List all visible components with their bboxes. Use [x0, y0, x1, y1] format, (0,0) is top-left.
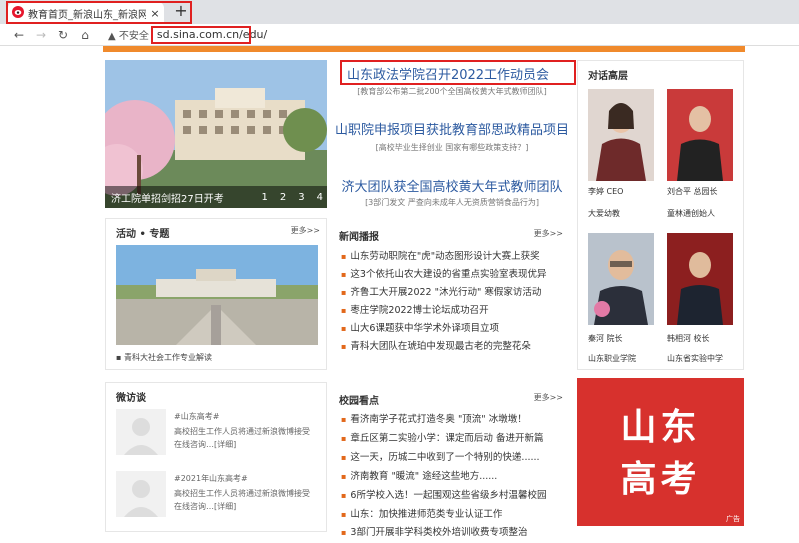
dialogue-title: 对话高层 [588, 71, 628, 82]
forward-arrow-icon[interactable]: → [30, 28, 52, 42]
campus-title: 校园看点 [339, 396, 379, 407]
person-org: 大爱幼教 [588, 209, 620, 218]
campus-item-text: 6所学校入选！一起围观这些省级乡村温馨校园 [350, 490, 547, 501]
news-item-text: 山东劳动职院在"虎"动态图形设计大赛上获奖 [350, 251, 540, 262]
campus-item-text: 章丘区第二实验小学：课定而后动 备进开新篇 [350, 433, 544, 444]
avatar[interactable] [116, 471, 166, 517]
interview-tag[interactable]: #2021年山东高考# [174, 473, 248, 484]
list-item[interactable]: ▪ 6所学校入选！一起围观这些省级乡村温馨校园 [341, 487, 546, 501]
list-item[interactable]: ▪ 3部门开展非学科类校外培训收费专项整治 [341, 524, 527, 538]
home-icon[interactable]: ⌂ [74, 28, 96, 42]
back-arrow-icon[interactable]: ← [8, 28, 30, 42]
slider-page-3[interactable]: 3 [298, 192, 304, 203]
headline-3[interactable]: 济大团队获全国高校黄大年式教师团队 [334, 176, 570, 195]
list-item[interactable]: ▪ 齐鲁工大开展2022 "沐光行动" 寒假家访活动 [341, 284, 541, 298]
campus-item-text: 3部门开展非学科类校外培训收费专项整治 [350, 527, 528, 538]
dialogue-section: 对话高层 李婷 CEO 刘合平 总园长 大爱幼教 童林通创始人 秦河 院长 韩相… [577, 60, 744, 370]
person-name[interactable]: 秦河 院长 [588, 333, 623, 344]
slider-caption-text: 济工院单招剑招27日开考 [111, 193, 224, 205]
list-item[interactable]: ▪ 看济南学子花式打造冬奥 "顶流" 冰墩墩！ [341, 411, 527, 425]
interview-text[interactable]: 高校招生工作人员将通过新浪微博接受在线咨询…[详细] [174, 425, 314, 451]
campus-item-text: 看济南学子花式打造冬奥 "顶流" 冰墩墩！ [350, 414, 527, 425]
slider-page-4[interactable]: 4 [317, 192, 323, 203]
gaokao-ad-banner[interactable]: 山东 高考 广告 [577, 378, 744, 526]
campus-section: 校园看点 更多>> ▪ 看济南学子花式打造冬奥 "顶流" 冰墩墩！ ▪ 章丘区第二实… [333, 382, 569, 540]
warning-icon: ▲ [108, 31, 116, 42]
person-photo[interactable] [667, 89, 733, 181]
url-field[interactable]: sd.sina.com.cn/edu/ [157, 28, 267, 41]
tab-title: 教育首页_新浪山东_新浪网_山东 [28, 9, 146, 21]
news-title: 新闻播报 [339, 232, 379, 243]
activity-title: 活动 • 专题 [116, 229, 170, 240]
activity-photo[interactable] [116, 245, 318, 345]
ad-line-2: 高考 [620, 458, 701, 500]
news-item-text: 齐鲁工大开展2022 "沐光行动" 寒假家访活动 [350, 287, 542, 298]
list-item[interactable]: ▪ 山东劳动职院在"虎"动态图形设计大赛上获奖 [341, 248, 540, 262]
interview-tag[interactable]: #山东高考# [174, 411, 219, 422]
interview-text[interactable]: 高校招生工作人员将通过新浪微博接受在线咨询…[详细] [174, 487, 314, 513]
person-org: 山东省实验中学 [667, 354, 723, 363]
headline-3-sub[interactable]: [3部门发文 严查向未成年人无资质营销食品行为] [334, 197, 570, 208]
list-item[interactable]: ▪ 山东：加快推进师范类专业认证工作 [341, 506, 502, 520]
list-item[interactable]: ▪ 这一天，历城二中收到了一个特别的快递...... [341, 449, 540, 463]
slider-pager: 1 2 3 4 [262, 192, 324, 203]
sina-logo-icon [12, 5, 24, 21]
person-name[interactable]: 韩相河 校长 [667, 333, 710, 344]
ad-label: 广告 [726, 515, 740, 523]
list-item[interactable]: ▪ 章丘区第二实验小学：课定而后动 备进开新篇 [341, 430, 543, 444]
news-section: 新闻播报 更多>> ▪ 山东劳动职院在"虎"动态图形设计大赛上获奖 ▪ 这3个依托山… [333, 218, 569, 370]
photo-slider[interactable]: 济工院单招剑招27日开考 1 2 3 4 [105, 60, 327, 208]
person-org: 山东职业学院 [588, 354, 636, 363]
insecure-warning[interactable]: ▲ 不安全 [108, 27, 149, 42]
list-item[interactable]: ▪ 这3个依托山农大建设的省重点实验室表现优异 [341, 266, 546, 280]
news-item-text: 这3个依托山农大建设的省重点实验室表现优异 [350, 269, 547, 280]
headline-2-sub[interactable]: [高校毕业生择创业 国家有哪些政策支持？] [334, 142, 570, 153]
interview-section: 微访谈 #山东高考# 高校招生工作人员将通过新浪微博接受在线咨询…[详细] #2… [105, 382, 327, 532]
activity-section: 活动 • 专题 更多>> ▪ 青科大社会工作专业解读 [105, 218, 327, 370]
news-item-text: 枣庄学院2022博士论坛成功召开 [350, 305, 489, 316]
tab-bar: 教育首页_新浪山东_新浪网_山东 × + [0, 0, 799, 24]
address-bar: ← → ↻ ⌂ ▲ 不安全 sd.sina.com.cn/edu/ [0, 24, 799, 46]
list-item[interactable]: ▪ 山大6课题获中华学术外译项目立项 [341, 320, 499, 334]
person-org: 童林通创始人 [667, 209, 715, 218]
list-item[interactable]: ▪ 枣庄学院2022博士论坛成功召开 [341, 302, 489, 316]
person-name[interactable]: 刘合平 总园长 [667, 186, 718, 197]
headline-1[interactable]: 山东政法学院召开2022工作动员会 [330, 64, 566, 83]
person-name[interactable]: 李婷 CEO [588, 186, 623, 197]
person-photo[interactable] [667, 233, 733, 325]
tab-close-icon[interactable]: × [150, 7, 160, 20]
new-tab-button[interactable]: + [172, 3, 190, 21]
browser-tab[interactable]: 教育首页_新浪山东_新浪网_山东 × [8, 2, 164, 24]
slider-page-2[interactable]: 2 [280, 192, 286, 203]
headline-2[interactable]: 山职院申报项目获批教育部思政精品项目 [334, 119, 570, 138]
list-item[interactable]: ▪ 青科大团队在琥珀中发现最古老的完整花朵 [341, 338, 531, 352]
news-item-text: 青科大团队在琥珀中发现最古老的完整花朵 [350, 341, 531, 352]
activity-more-link[interactable]: 更多>> [291, 225, 320, 236]
nav-strip [103, 46, 745, 52]
person-photo[interactable] [588, 89, 654, 181]
news-more-link[interactable]: 更多>> [534, 228, 563, 239]
interview-title: 微访谈 [116, 393, 146, 404]
reload-icon[interactable]: ↻ [52, 28, 74, 42]
campus-item-text: 济南教育 "暖流" 途经这些地方...... [350, 471, 498, 482]
activity-caption[interactable]: ▪ 青科大社会工作专业解读 [116, 352, 212, 363]
slider-page-1[interactable]: 1 [262, 192, 268, 203]
news-item-text: 山大6课题获中华学术外译项目立项 [350, 323, 499, 334]
insecure-label: 不安全 [118, 31, 149, 42]
campus-item-text: 山东：加快推进师范类专业认证工作 [350, 509, 503, 520]
headline-1-sub[interactable]: [教育部公布第二批200个全国高校黄大年式教师团队] [334, 86, 570, 97]
ad-line-1: 山东 [620, 406, 701, 448]
person-photo[interactable] [588, 233, 654, 325]
list-item[interactable]: ▪ 济南教育 "暖流" 途经这些地方...... [341, 468, 497, 482]
campus-item-text: 这一天，历城二中收到了一个特别的快递...... [350, 452, 540, 463]
avatar[interactable] [116, 409, 166, 455]
campus-more-link[interactable]: 更多>> [534, 392, 563, 403]
